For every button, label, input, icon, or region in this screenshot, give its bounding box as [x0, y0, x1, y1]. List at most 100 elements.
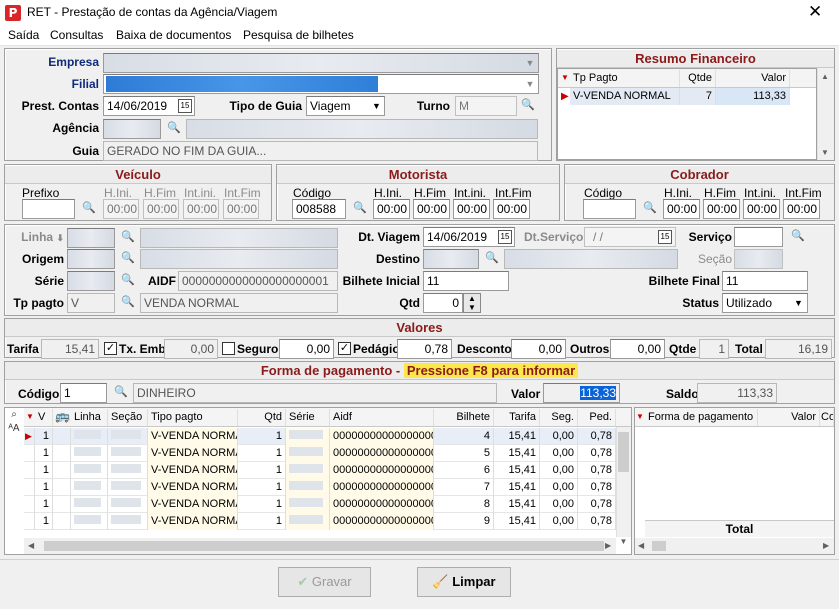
veiculo-hini-input[interactable]: 00:00 — [103, 199, 139, 219]
bilhete-inicial-input[interactable]: 11 — [423, 271, 509, 291]
pedagio-checkbox[interactable]: ✓ — [338, 342, 351, 355]
menu-baixa-documentos[interactable]: Baixa de documentos — [116, 28, 231, 42]
pedagio-field[interactable]: 0,78 — [397, 339, 452, 359]
filial-dropdown-icon[interactable]: ▼ — [522, 75, 538, 93]
bil-col-serie[interactable]: Série — [286, 409, 330, 426]
agencia-search-icon[interactable]: 🔍 — [163, 119, 185, 139]
tp-pagto-search-icon[interactable]: 🔍 — [117, 293, 139, 313]
scroll-down-icon[interactable]: ▼ — [818, 148, 832, 157]
turno-label: Turno — [416, 99, 450, 113]
bil-col-ped[interactable]: Ped. — [578, 409, 616, 426]
pag-desc-field: DINHEIRO — [133, 383, 497, 403]
resumo-row-qtde[interactable]: 7 — [680, 88, 716, 105]
outros-field[interactable]: 0,00 — [610, 339, 665, 359]
pag-codigo-search-icon[interactable]: 🔍 — [110, 383, 132, 403]
veiculo-hfim-input[interactable]: 00:00 — [143, 199, 179, 219]
scroll-left-icon[interactable]: ◀ — [638, 541, 644, 550]
scroll-right-icon[interactable]: ▶ — [823, 541, 829, 550]
turno-input[interactable]: M — [455, 96, 517, 116]
prefixo-input[interactable] — [22, 199, 75, 219]
tp-pagto-input[interactable]: V — [67, 293, 115, 313]
servico-search-icon[interactable]: 🔍 — [787, 227, 809, 247]
cobrador-hfim-input[interactable]: 00:00 — [703, 199, 740, 219]
formas-col-co[interactable]: Co — [820, 409, 834, 426]
bil-col-seg[interactable]: Seg. — [540, 409, 578, 426]
veiculo-intini-input[interactable]: 00:00 — [183, 199, 219, 219]
empresa-dropdown-icon[interactable]: ▼ — [522, 54, 538, 72]
serie-input[interactable] — [67, 271, 115, 291]
bil-col-aidf[interactable]: Aidf — [330, 409, 434, 426]
scroll-up-icon[interactable]: ▲ — [818, 72, 832, 81]
turno-search-icon[interactable]: 🔍 — [517, 96, 539, 116]
cobrador-intfim-input[interactable]: 00:00 — [783, 199, 820, 219]
destino-input[interactable] — [423, 249, 479, 269]
chevron-down-icon[interactable]: ▼ — [791, 294, 806, 312]
resumo-col-qtde[interactable]: Qtde — [680, 70, 716, 87]
resumo-row-tp[interactable]: V-VENDA NORMAL — [570, 88, 680, 105]
bil-col-linha[interactable]: Linha — [71, 409, 108, 426]
close-window-button[interactable]: ✕ — [808, 3, 822, 21]
desconto-field[interactable]: 0,00 — [511, 339, 566, 359]
motorista-search-icon[interactable]: 🔍 — [349, 199, 371, 219]
veiculo-intfim-input[interactable]: 00:00 — [223, 199, 259, 219]
bil-col-tipo[interactable]: Tipo pagto — [148, 409, 238, 426]
destino-search-icon[interactable]: 🔍 — [481, 249, 503, 269]
bil-col-tarifa[interactable]: Tarifa — [494, 409, 540, 426]
scroll-left-icon[interactable]: ◀ — [28, 541, 34, 550]
calendar-icon[interactable]: 15 — [498, 230, 512, 244]
menu-saida[interactable]: Saída — [8, 28, 39, 42]
bil-col-v[interactable]: V — [35, 409, 53, 426]
resumo-col-tp[interactable]: Tp Pagto — [570, 70, 680, 87]
row-pointer-icon — [24, 479, 35, 496]
pag-valor-input[interactable]: 113,33 — [543, 383, 620, 403]
cobrador-codigo-input[interactable] — [583, 199, 636, 219]
qtd-input[interactable]: 0 — [423, 293, 463, 313]
bil-col-secao[interactable]: Seção — [108, 409, 148, 426]
redacted-cell — [108, 513, 148, 530]
agencia-code-input[interactable] — [103, 119, 161, 139]
scroll-thumb[interactable] — [618, 432, 629, 472]
linha-input[interactable] — [67, 228, 115, 248]
motorista-hfim-input[interactable]: 00:00 — [413, 199, 450, 219]
motorista-intfim-input[interactable]: 00:00 — [493, 199, 530, 219]
resumo-scrollbar[interactable] — [817, 68, 833, 160]
cobrador-hini-input[interactable]: 00:00 — [663, 199, 700, 219]
pag-codigo-input[interactable]: 1 — [60, 383, 107, 403]
hscroll-thumb[interactable] — [652, 541, 666, 551]
bilhete-final-input[interactable]: 11 — [722, 271, 808, 291]
formas-col-forma[interactable]: Forma de pagamento — [645, 409, 758, 426]
scroll-down-icon[interactable]: ▼ — [616, 537, 631, 546]
origem-search-icon[interactable]: 🔍 — [117, 249, 139, 269]
serie-search-icon[interactable]: 🔍 — [117, 271, 139, 291]
chevron-down-icon[interactable]: ▼ — [369, 97, 384, 115]
servico-input[interactable] — [734, 227, 783, 247]
resumo-row-valor[interactable]: 113,33 — [716, 88, 790, 105]
linha-search-icon[interactable]: 🔍 — [117, 228, 139, 248]
menu-consultas[interactable]: Consultas — [50, 28, 103, 42]
scroll-right-icon[interactable]: ▶ — [605, 541, 611, 550]
formas-col-valor[interactable]: Valor — [758, 409, 820, 426]
seguro-checkbox[interactable] — [222, 342, 235, 355]
tx-emb-checkbox[interactable]: ✓ — [104, 342, 117, 355]
prefixo-search-icon[interactable]: 🔍 — [78, 199, 100, 219]
grid-tools-icon[interactable]: ⌕ ᴬA — [5, 408, 23, 440]
motorista-intini-input[interactable]: 00:00 — [453, 199, 490, 219]
calendar-icon[interactable]: 15 — [178, 99, 192, 113]
limpar-button[interactable]: 🧹 Limpar — [417, 567, 511, 597]
motorista-codigo-input[interactable]: 008588 — [292, 199, 346, 219]
menu-pesquisa-bilhetes[interactable]: Pesquisa de bilhetes — [243, 28, 354, 42]
cobrador-search-icon[interactable]: 🔍 — [639, 199, 661, 219]
seguro-field[interactable]: 0,00 — [279, 339, 334, 359]
origem-input[interactable] — [67, 249, 115, 269]
empresa-select[interactable] — [103, 53, 539, 73]
resumo-col-valor[interactable]: Valor — [716, 70, 790, 87]
bil-col-qtd[interactable]: Qtd — [238, 409, 286, 426]
gravar-button[interactable]: ✔ Gravar — [278, 567, 371, 597]
hscroll-thumb[interactable] — [44, 541, 604, 551]
cobrador-intini-input[interactable]: 00:00 — [743, 199, 780, 219]
bil-col-bilhete[interactable]: Bilhete — [434, 409, 494, 426]
redacted-value — [111, 481, 141, 490]
calendar-icon[interactable]: 15 — [658, 230, 672, 244]
motorista-hini-input[interactable]: 00:00 — [373, 199, 410, 219]
stepper-icon[interactable]: ▲ ▼ — [463, 293, 481, 313]
